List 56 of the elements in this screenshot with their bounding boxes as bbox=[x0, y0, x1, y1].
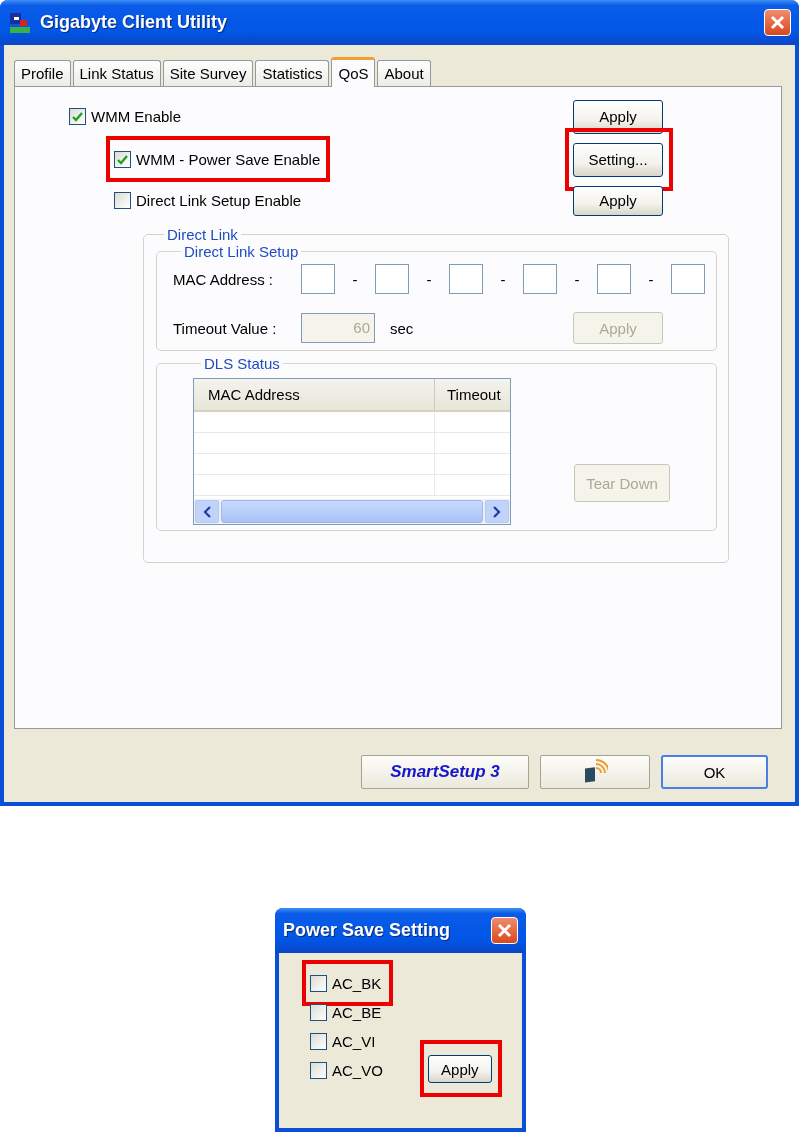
mac-field[interactable] bbox=[671, 264, 705, 294]
separator: - bbox=[352, 270, 358, 288]
tab[interactable]: Profile bbox=[14, 60, 71, 86]
mac-field[interactable] bbox=[523, 264, 557, 294]
mac-field[interactable] bbox=[449, 264, 483, 294]
checkbox-label: AC_BE bbox=[332, 1004, 382, 1021]
mac-field[interactable] bbox=[301, 264, 335, 294]
unit-label: sec bbox=[390, 319, 414, 337]
ok-button[interactable]: OK bbox=[661, 755, 768, 789]
button[interactable]: Setting... bbox=[573, 142, 663, 177]
arrow-left-icon bbox=[202, 505, 212, 518]
checkbox-label: AC_VO bbox=[332, 1062, 383, 1079]
close-icon bbox=[770, 15, 785, 30]
field-label: Timeout Value : bbox=[173, 319, 278, 337]
horizontal-scrollbar[interactable] bbox=[194, 499, 510, 524]
separator: - bbox=[648, 270, 654, 288]
mac-field[interactable] bbox=[597, 264, 631, 294]
checkbox[interactable] bbox=[310, 1033, 327, 1050]
arrow-right-icon bbox=[492, 505, 502, 518]
close-icon bbox=[497, 923, 512, 938]
tab[interactable]: QoS bbox=[331, 57, 376, 87]
group-title: DLS Status bbox=[203, 355, 281, 372]
tab[interactable]: Statistics bbox=[255, 60, 330, 86]
smartsetup-button[interactable]: SmartSetup 3 bbox=[361, 755, 529, 789]
checkbox[interactable] bbox=[310, 1004, 327, 1021]
separator: - bbox=[426, 270, 432, 288]
group-title: Direct Link bbox=[166, 226, 239, 243]
column-header[interactable]: MAC Address bbox=[194, 379, 434, 410]
checkbox[interactable] bbox=[310, 1062, 327, 1079]
button[interactable]: Apply bbox=[573, 185, 663, 216]
checkbox[interactable] bbox=[69, 108, 86, 125]
signal-card-icon bbox=[582, 759, 608, 785]
tab[interactable]: Link Status bbox=[72, 60, 161, 86]
device-button[interactable] bbox=[540, 755, 650, 789]
tab[interactable]: About bbox=[377, 60, 431, 86]
checkbox-label: AC_VI bbox=[332, 1033, 376, 1050]
close-button[interactable] bbox=[764, 9, 791, 36]
separator: - bbox=[500, 270, 506, 288]
group-title: Direct Link Setup bbox=[183, 243, 300, 260]
tab[interactable]: Site Survey bbox=[162, 60, 254, 86]
button[interactable]: Apply bbox=[427, 1055, 492, 1083]
separator: - bbox=[574, 270, 580, 288]
window-title: Power Save Setting bbox=[283, 920, 452, 941]
checkbox[interactable] bbox=[310, 975, 327, 992]
checkbox-label: Direct Link Setup Enable bbox=[136, 192, 302, 209]
checkbox[interactable] bbox=[114, 192, 131, 209]
mac-field[interactable] bbox=[375, 264, 409, 294]
field-label: MAC Address : bbox=[173, 270, 275, 288]
checkbox-label: AC_BK bbox=[332, 975, 382, 992]
column-header[interactable]: Timeout bbox=[434, 379, 510, 410]
checkbox-label: WMM Enable bbox=[91, 108, 182, 125]
close-button[interactable] bbox=[491, 917, 518, 944]
logo-icon bbox=[8, 11, 32, 34]
window-title: Gigabyte Client Utility bbox=[40, 12, 229, 33]
checkbox-label: WMM - Power Save Enable bbox=[136, 151, 321, 168]
checkbox[interactable] bbox=[114, 151, 131, 168]
